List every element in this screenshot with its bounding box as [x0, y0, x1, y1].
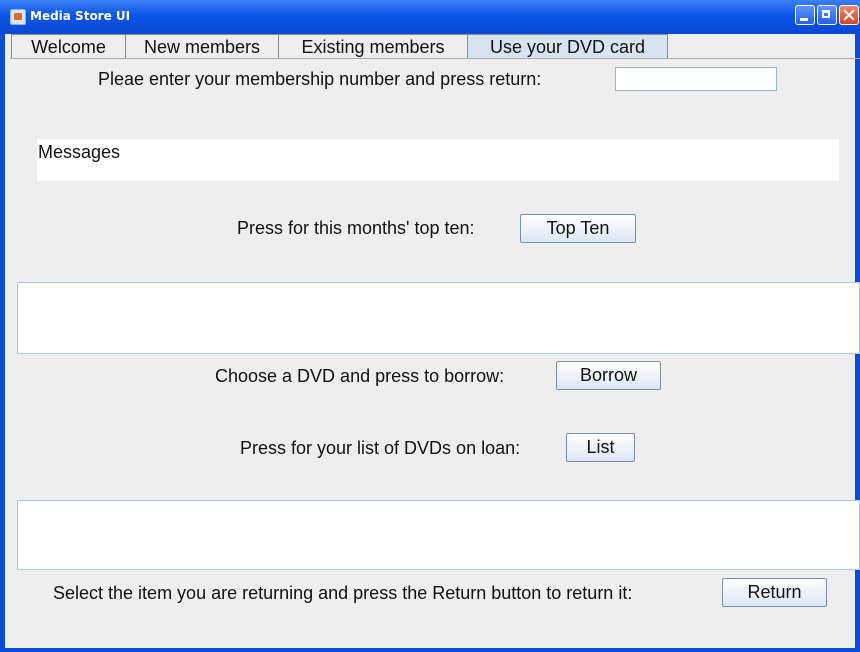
tab-welcome[interactable]: Welcome [11, 34, 126, 58]
media-store-window: Media Store UI Welcome New members Exist… [0, 0, 860, 652]
java-app-icon [10, 9, 26, 25]
tab-existing-members[interactable]: Existing members [278, 34, 468, 58]
list-prompt: Press for your list of DVDs on loan: [240, 438, 521, 458]
messages-panel [37, 139, 839, 181]
tab-new-members[interactable]: New members [125, 34, 279, 58]
messages-label: Messages [38, 142, 121, 162]
close-icon[interactable] [839, 5, 859, 25]
tab-use-your-dvd-card[interactable]: Use your DVD card [467, 34, 668, 58]
borrow-button[interactable]: Borrow [556, 361, 661, 390]
membership-number-input[interactable] [615, 67, 777, 91]
return-button[interactable]: Return [722, 578, 827, 607]
membership-prompt: Pleae enter your membership number and p… [98, 69, 542, 89]
dvd-list-panel[interactable] [17, 282, 860, 354]
tab-divider [10, 58, 860, 59]
list-button[interactable]: List [566, 433, 635, 462]
top-ten-button[interactable]: Top Ten [520, 214, 636, 243]
return-prompt: Select the item you are returning and pr… [53, 583, 633, 603]
title-bar[interactable]: Media Store UI [0, 0, 860, 34]
top-ten-prompt: Press for this months' top ten: [237, 218, 475, 238]
window-title: Media Store UI [30, 9, 131, 23]
minimize-icon[interactable] [795, 5, 815, 25]
maximize-icon[interactable] [817, 5, 837, 25]
loans-list-panel[interactable] [17, 500, 860, 570]
borrow-prompt: Choose a DVD and press to borrow: [215, 366, 505, 386]
